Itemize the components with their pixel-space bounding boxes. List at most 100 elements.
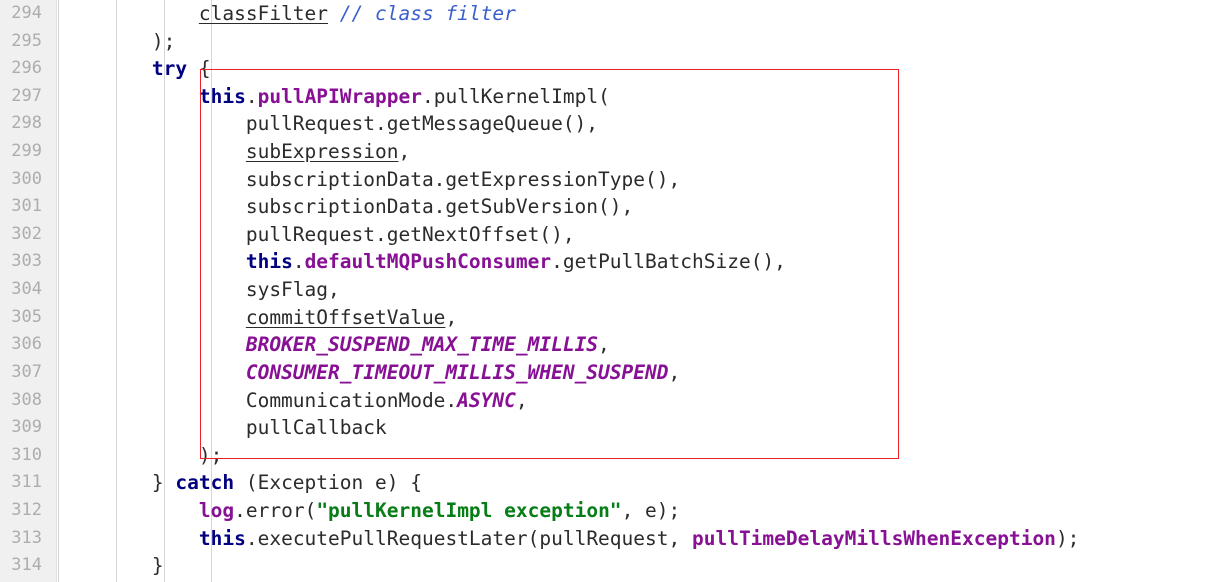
code-line[interactable]: } <box>58 552 1228 580</box>
code-token: pullCallback <box>58 416 387 440</box>
code-token: (Exception e) { <box>234 471 422 495</box>
line-number: 310 <box>11 444 42 465</box>
code-line[interactable]: this.defaultMQPushConsumer.getPullBatchS… <box>58 248 1228 276</box>
code-token: . <box>245 84 258 108</box>
code-token: catch <box>175 471 235 495</box>
code-token: this <box>245 250 293 274</box>
code-token: "pullKernelImpl exception" <box>316 498 622 522</box>
code-token: subscriptionData.getExpressionType(), <box>58 167 681 191</box>
code-token: .error( <box>234 498 317 522</box>
code-token: try <box>151 57 188 81</box>
code-token: sysFlag, <box>58 278 340 302</box>
code-line[interactable]: this.executePullRequestLater(pullRequest… <box>58 525 1228 553</box>
code-token: log <box>198 498 235 522</box>
line-number: 300 <box>11 168 42 189</box>
code-token: commitOffsetValue <box>245 305 446 329</box>
line-number: 311 <box>11 472 42 493</box>
line-number: 295 <box>11 30 42 51</box>
code-token: // class filter <box>339 2 516 25</box>
code-token: pullRequest.getNextOffset(), <box>58 222 575 246</box>
line-number: 299 <box>11 141 42 162</box>
code-line[interactable]: ); <box>58 28 1228 56</box>
code-line[interactable]: log.error("pullKernelImpl exception", e)… <box>58 497 1228 525</box>
line-number: 306 <box>11 334 42 355</box>
code-token: CONSUMER_TIMEOUT_MILLIS_WHEN_SUSPEND <box>245 360 669 384</box>
line-number: 294 <box>11 3 42 23</box>
code-line[interactable]: } catch (Exception e) { <box>58 469 1228 497</box>
line-number: 314 <box>11 555 42 576</box>
line-number: 302 <box>11 223 42 244</box>
line-number: 297 <box>11 85 42 106</box>
code-line[interactable]: BROKER_SUSPEND_MAX_TIME_MILLIS, <box>58 331 1228 359</box>
code-token: pullTimeDelayMillsWhenException <box>691 526 1056 550</box>
code-token: .executePullRequestLater(pullRequest, <box>245 526 692 550</box>
code-editor[interactable]: 294 295 296 297 298 299 300 301 302 303 304 305 306 3… <box>0 0 1228 582</box>
code-token: subscriptionData.getSubVersion(), <box>58 195 634 219</box>
code-token: CommunicationMode. <box>58 388 458 412</box>
code-line[interactable]: pullRequest.getNextOffset(), <box>58 221 1228 249</box>
code-token: , <box>668 360 681 384</box>
code-token: , e); <box>621 498 681 522</box>
code-line[interactable]: classFilter // class filter <box>58 0 1228 28</box>
line-number: 298 <box>11 113 42 134</box>
code-token: , <box>445 305 458 329</box>
code-line[interactable]: try { <box>58 55 1228 83</box>
code-line[interactable]: CONSUMER_TIMEOUT_MILLIS_WHEN_SUSPEND, <box>58 359 1228 387</box>
line-number: 313 <box>11 527 42 548</box>
code-token: { <box>187 57 211 81</box>
code-token: , <box>398 140 411 164</box>
code-token: defaultMQPushConsumer <box>304 250 552 274</box>
line-number: 312 <box>11 499 42 520</box>
line-number: 309 <box>11 417 42 438</box>
code-lines[interactable]: classFilter // class filter ); try { thi… <box>58 0 1228 582</box>
code-line[interactable]: subscriptionData.getExpressionType(), <box>58 166 1228 194</box>
code-line[interactable]: this.pullAPIWrapper.pullKernelImpl( <box>58 83 1228 111</box>
code-line[interactable]: commitOffsetValue, <box>58 304 1228 332</box>
code-token: .getPullBatchSize(), <box>551 250 786 274</box>
code-token: , <box>515 388 528 412</box>
code-line[interactable]: subExpression, <box>58 138 1228 166</box>
code-token: ); <box>58 29 176 53</box>
code-token: . <box>292 250 305 274</box>
line-number: 303 <box>11 251 42 272</box>
code-token: .pullKernelImpl( <box>421 84 610 108</box>
code-line[interactable]: sysFlag, <box>58 276 1228 304</box>
line-number: 305 <box>11 306 42 327</box>
line-number-list: 294 295 296 297 298 299 300 301 302 303 304 305 306 3… <box>0 0 50 582</box>
code-token: pullAPIWrapper <box>257 84 422 108</box>
line-number: 307 <box>11 361 42 382</box>
code-token: , <box>598 333 610 357</box>
code-line[interactable]: pullCallback <box>58 414 1228 442</box>
code-line[interactable]: CommunicationMode.ASYNC, <box>58 387 1228 415</box>
code-viewport[interactable]: classFilter // class filter ); try { thi… <box>58 0 1228 582</box>
line-number: 304 <box>11 279 42 300</box>
code-token: this <box>198 84 246 108</box>
code-line[interactable]: pullRequest.getMessageQueue(), <box>58 110 1228 138</box>
line-number: 308 <box>11 389 42 410</box>
code-token: classFilter <box>198 2 329 25</box>
code-token: this <box>198 526 246 550</box>
code-token: ); <box>1055 526 1080 550</box>
line-number-gutter[interactable]: 294 295 296 297 298 299 300 301 302 303 304 305 306 3… <box>0 0 57 582</box>
code-token: } <box>58 471 176 495</box>
code-token: ); <box>58 443 223 467</box>
line-number: 296 <box>11 58 42 79</box>
code-token: ASYNC <box>457 388 516 412</box>
code-token: pullRequest.getMessageQueue(), <box>58 112 599 136</box>
code-token: } <box>58 554 164 578</box>
code-line[interactable]: ); <box>58 442 1228 470</box>
code-line[interactable]: subscriptionData.getSubVersion(), <box>58 193 1228 221</box>
line-number: 301 <box>11 196 42 217</box>
code-token: subExpression <box>245 140 399 164</box>
